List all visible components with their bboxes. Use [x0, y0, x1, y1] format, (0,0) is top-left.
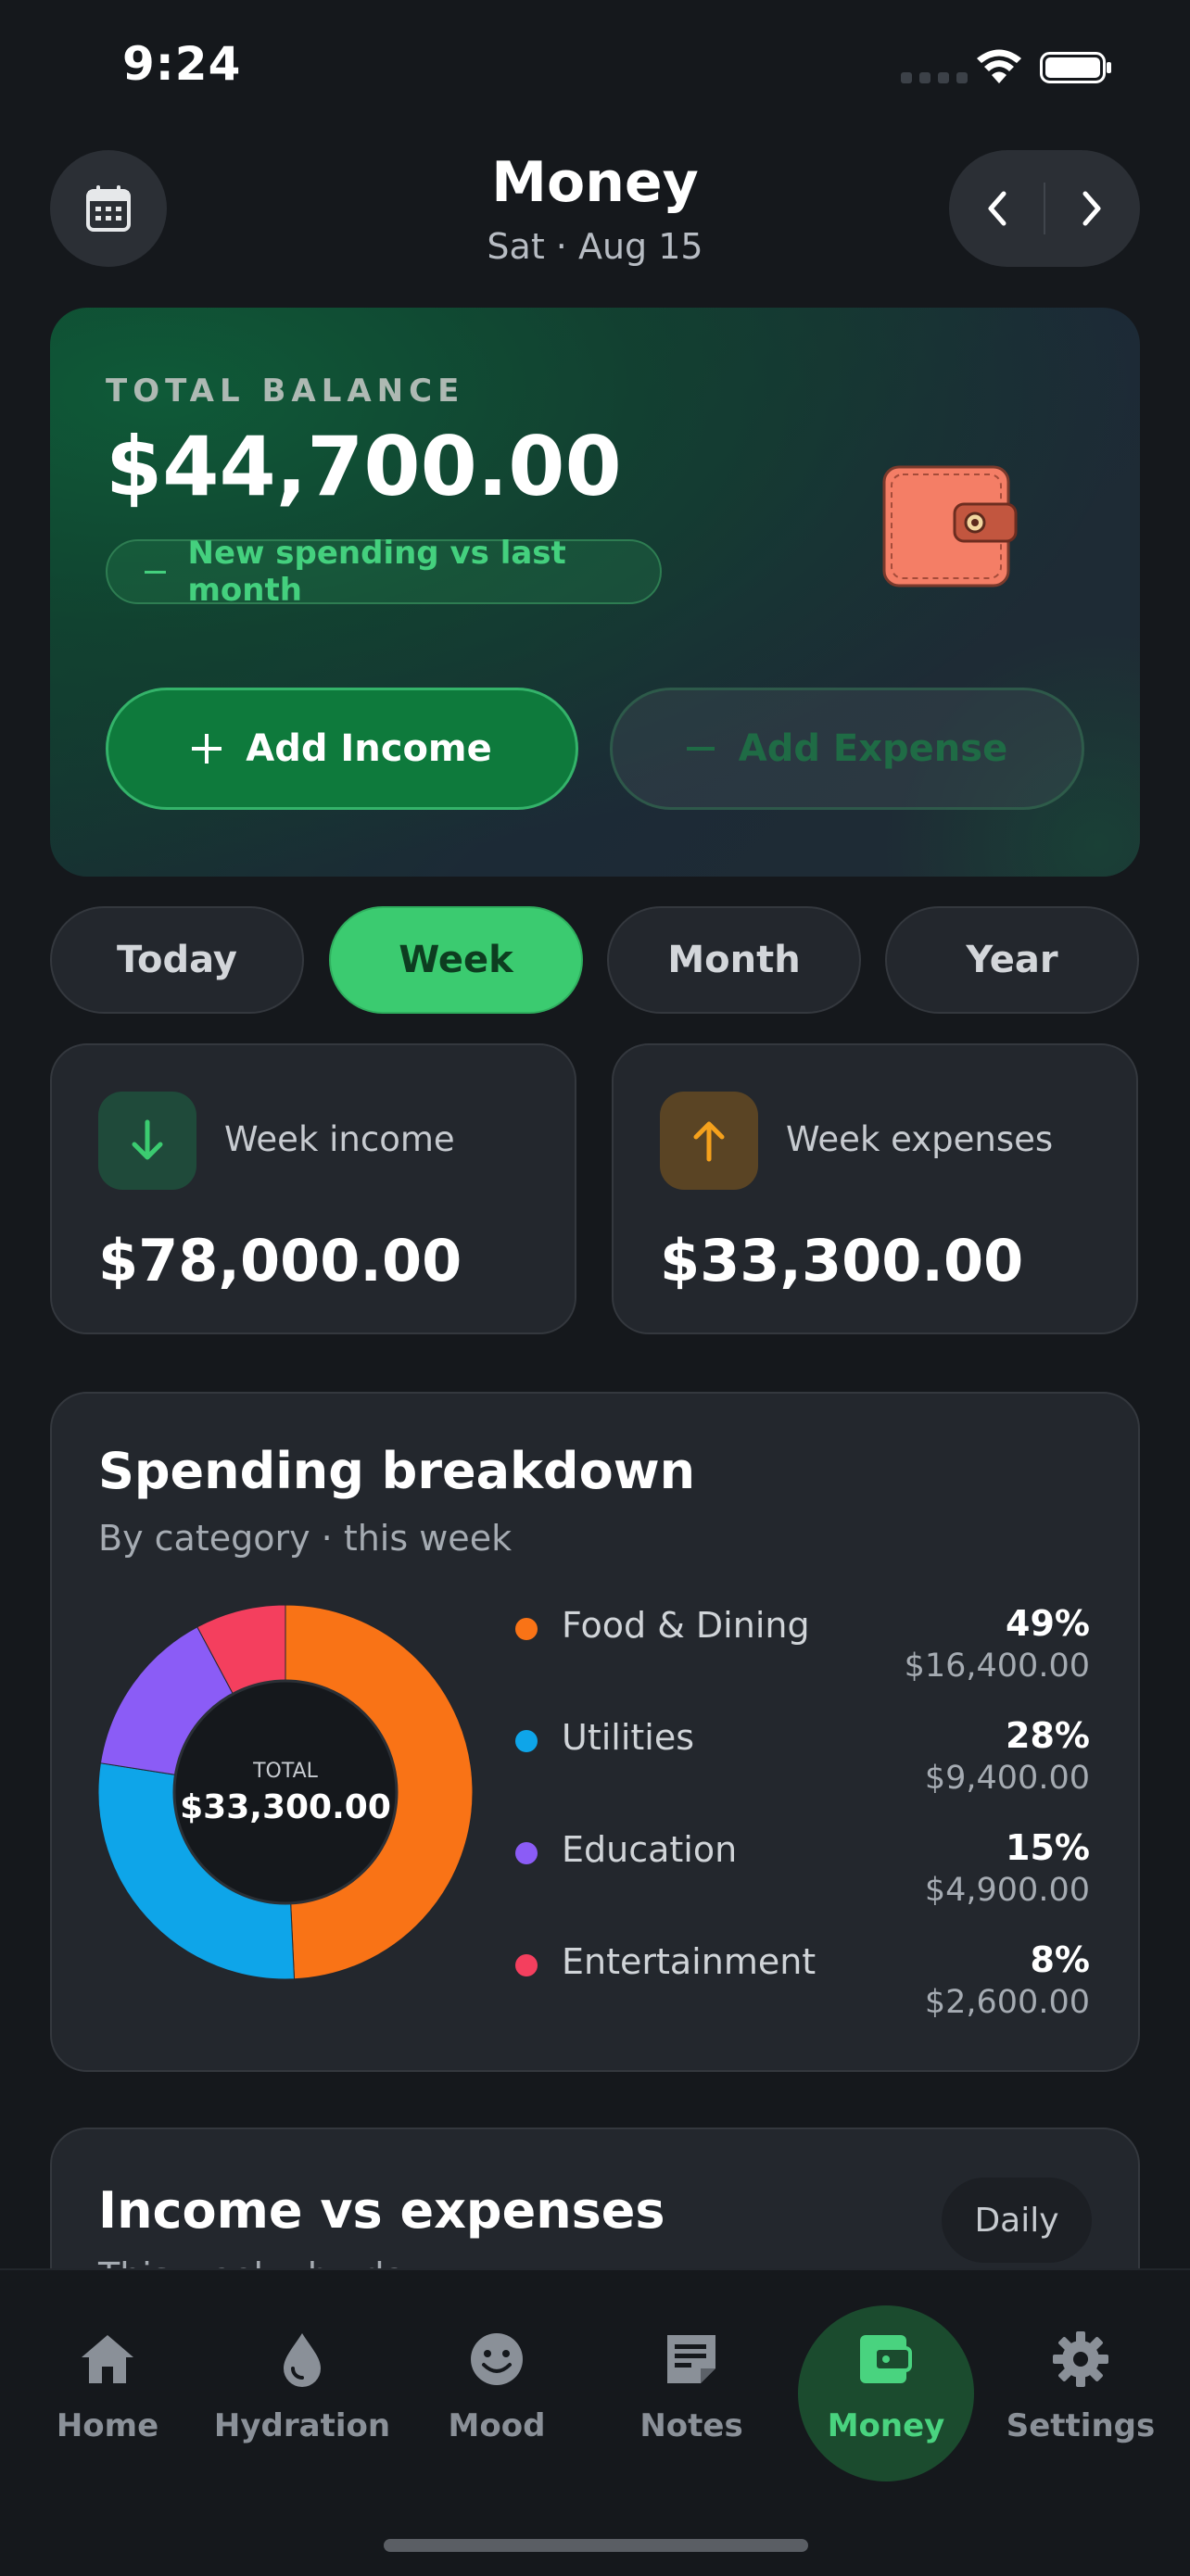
battery-icon: [1040, 52, 1111, 83]
tab-month[interactable]: Month: [607, 906, 861, 1014]
balance-label: TOTAL BALANCE: [106, 373, 465, 410]
balance-card: TOTAL BALANCE $44,700.00 New spending vs…: [50, 308, 1140, 877]
daily-toggle[interactable]: Daily: [942, 2178, 1092, 2263]
home-indicator[interactable]: [384, 2539, 808, 2552]
plus-icon: [192, 734, 222, 764]
prev-button[interactable]: [949, 150, 1044, 267]
legend-dot: [515, 1842, 538, 1864]
nav-label: Notes: [639, 2407, 743, 2444]
breakdown-subtitle: By category · this week: [98, 1518, 513, 1559]
tab-week[interactable]: Week: [329, 906, 583, 1014]
spending-breakdown-card: Spending breakdown By category · this we…: [50, 1392, 1140, 2072]
smiley-icon: [471, 2333, 523, 2385]
chevron-left-icon: [988, 191, 1006, 226]
expenses-card[interactable]: Week expenses $33,300.00: [612, 1043, 1138, 1334]
nav-notes[interactable]: Notes: [599, 2305, 784, 2478]
date-navigation: [949, 150, 1140, 267]
chevron-right-icon: [1082, 191, 1101, 226]
legend-name: Entertainment: [562, 1941, 817, 1982]
legend-amount: $16,400.00: [904, 1648, 1090, 1685]
minus-icon: [686, 747, 715, 751]
legend-item: Education 15% $4,900.00: [515, 1827, 1090, 1920]
legend-item: Entertainment 8% $2,600.00: [515, 1939, 1090, 2032]
tab-today[interactable]: Today: [50, 906, 304, 1014]
signal-icon: [901, 72, 968, 83]
legend-item: Food & Dining 49% $16,400.00: [515, 1603, 1090, 1696]
legend-amount: $4,900.00: [924, 1872, 1090, 1909]
add-expense-button[interactable]: Add Expense: [610, 688, 1084, 810]
nav-label: Mood: [448, 2407, 546, 2444]
income-card[interactable]: Week income $78,000.00: [50, 1043, 576, 1334]
expenses-label: Week expenses: [786, 1119, 1054, 1159]
arrow-down-icon: [132, 1119, 163, 1160]
legend-percent: 28%: [1006, 1715, 1090, 1756]
income-icon-tile: [98, 1092, 196, 1190]
water-drop-icon: [284, 2333, 321, 2387]
nav-label: Home: [56, 2407, 159, 2444]
legend-percent: 8%: [1030, 1939, 1090, 1980]
arrow-up-icon: [693, 1121, 725, 1162]
balance-value: $44,700.00: [106, 419, 622, 514]
ive-title: Income vs expenses: [98, 2181, 665, 2240]
nav-settings[interactable]: Settings: [988, 2305, 1173, 2478]
legend-name: Utilities: [562, 1717, 695, 1758]
expenses-icon-tile: [660, 1092, 758, 1190]
trend-badge: New spending vs last month: [106, 535, 662, 609]
expenses-value: $33,300.00: [660, 1227, 1024, 1294]
nav-label: Money: [827, 2407, 945, 2444]
trend-text: New spending vs last month: [187, 535, 566, 609]
nav-home[interactable]: Home: [15, 2305, 200, 2478]
add-income-button[interactable]: Add Income: [106, 688, 578, 810]
nav-label: Settings: [1006, 2407, 1156, 2444]
breakdown-title: Spending breakdown: [98, 1442, 696, 1500]
wifi-icon: [977, 49, 1021, 83]
legend-item: Utilities 28% $9,400.00: [515, 1715, 1090, 1808]
minus-icon: [145, 570, 166, 574]
wallet-icon: [860, 2335, 912, 2383]
income-value: $78,000.00: [98, 1227, 462, 1294]
nav-money[interactable]: Money: [798, 2305, 974, 2481]
legend-name: Education: [562, 1829, 738, 1870]
wallet-illustration-icon: [882, 465, 1018, 587]
donut-center-label: TOTAL: [252, 1760, 319, 1783]
legend-dot: [515, 1730, 538, 1752]
home-icon: [82, 2335, 133, 2383]
legend-amount: $2,600.00: [924, 1984, 1090, 2021]
legend-percent: 49%: [1006, 1603, 1090, 1644]
income-label: Week income: [224, 1119, 455, 1159]
add-expense-label: Add Expense: [738, 727, 1008, 770]
legend-dot: [515, 1954, 538, 1976]
donut-center-value: $33,300.00: [180, 1788, 391, 1826]
nav-hydration[interactable]: Hydration: [209, 2305, 395, 2478]
nav-mood[interactable]: Mood: [404, 2305, 589, 2478]
legend-percent: 15%: [1006, 1827, 1090, 1868]
spending-donut-chart: TOTAL $33,300.00: [97, 1604, 474, 1980]
tab-year[interactable]: Year: [885, 906, 1139, 1014]
add-income-label: Add Income: [246, 727, 492, 770]
legend-amount: $9,400.00: [924, 1760, 1090, 1797]
status-time: 9:24: [122, 37, 242, 91]
next-button[interactable]: [1045, 150, 1140, 267]
notes-icon: [667, 2335, 715, 2383]
legend-dot: [515, 1618, 538, 1640]
nav-label: Hydration: [213, 2407, 391, 2444]
gear-icon: [1053, 2331, 1108, 2387]
legend-name: Food & Dining: [562, 1605, 810, 1646]
